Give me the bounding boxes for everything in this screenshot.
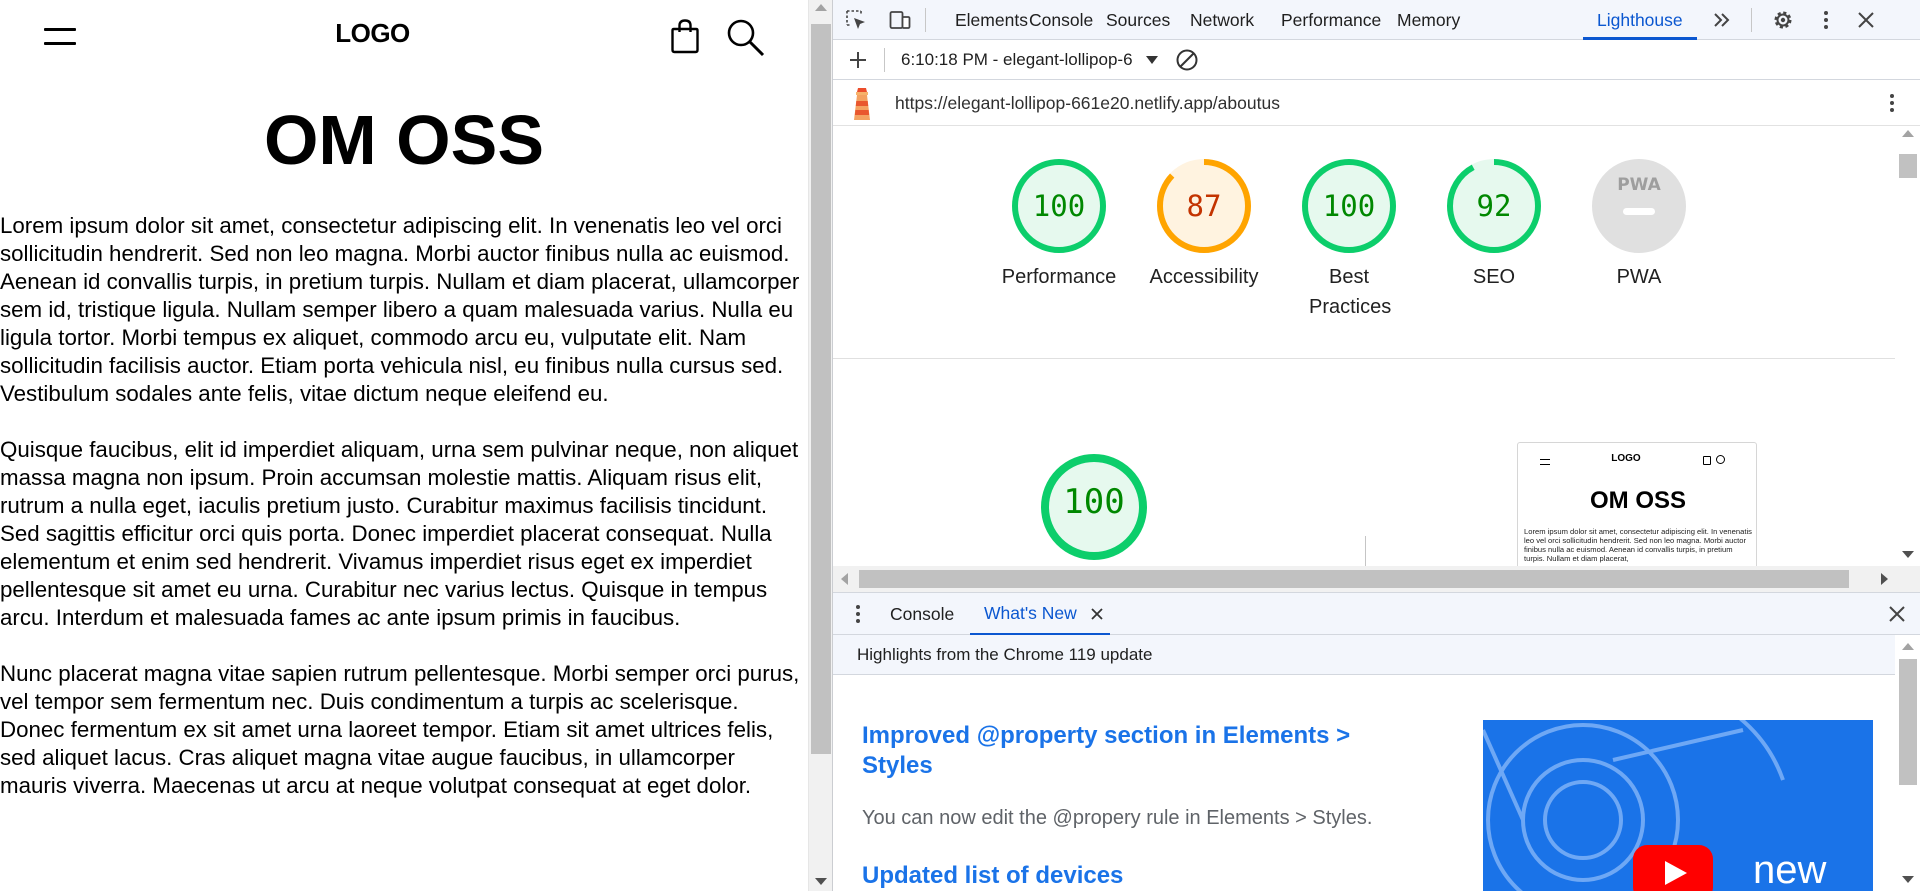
paragraph: Quisque faucibus, elit id imperdiet aliq… bbox=[0, 437, 799, 630]
close-devtools-icon[interactable] bbox=[1855, 9, 1877, 31]
gauge-label: Accessibility bbox=[1149, 266, 1259, 288]
thumbnail-search-icon bbox=[1716, 455, 1725, 464]
pwa-dash bbox=[1623, 208, 1655, 215]
gauge-ring: 100 bbox=[1012, 159, 1106, 253]
gauge-score-value: 87 bbox=[1187, 189, 1222, 223]
report-select[interactable]: 6:10:18 PM - elegant-lollipop-6 bbox=[901, 40, 1143, 80]
website-scrollbar[interactable] bbox=[808, 0, 832, 891]
lighthouse-report: 100 Performance 87 Accessibility 100 Best Pra… bbox=[833, 126, 1895, 566]
clear-reports-icon[interactable] bbox=[1175, 48, 1199, 72]
thumbnail-title: OM OSS bbox=[1589, 487, 1686, 514]
whats-new-scrollbar[interactable] bbox=[1895, 635, 1920, 891]
score-gauge-pwa[interactable]: PWA PWA bbox=[1579, 156, 1699, 292]
website-viewport: LOGO OM OSS Lorem ipsum dolor sit amet, … bbox=[0, 0, 808, 891]
tab-memory[interactable]: Memory bbox=[1397, 0, 1460, 40]
whats-new-item-body: You can now edit the @propery rule in El… bbox=[862, 807, 1373, 829]
gauge-ring: PWA bbox=[1592, 159, 1686, 253]
tab-elements[interactable]: Elements bbox=[955, 0, 1028, 40]
big-score-value: 100 bbox=[1063, 482, 1125, 522]
site-header: LOGO bbox=[0, 0, 808, 70]
scroll-down-arrow-icon[interactable] bbox=[815, 878, 827, 885]
video-caption: new bbox=[1753, 848, 1827, 891]
report-horizontal-scrollbar[interactable] bbox=[833, 566, 1920, 592]
lighthouse-url-bar: https://elegant-lollipop-661e20.netlify.… bbox=[833, 80, 1920, 126]
scrollbar-thumb[interactable] bbox=[811, 24, 831, 754]
gauge-ring: 92 bbox=[1447, 159, 1541, 253]
gauge-score-value: 100 bbox=[1323, 189, 1375, 223]
pwa-badge-text: PWA bbox=[1617, 175, 1661, 195]
performance-big-gauge[interactable]: 100 bbox=[1039, 452, 1149, 562]
tab-lighthouse[interactable]: Lighthouse bbox=[1583, 0, 1697, 40]
score-gauge-accessibility[interactable]: 87 Accessibility bbox=[1144, 156, 1264, 292]
device-toolbar-icon[interactable] bbox=[889, 9, 911, 31]
drawer-tab-console[interactable]: Console bbox=[890, 593, 954, 636]
gauge-label: Best Practices bbox=[1309, 266, 1392, 318]
drawer-tab-label: What's New bbox=[984, 603, 1077, 623]
tab-sources[interactable]: Sources bbox=[1106, 0, 1170, 40]
tab-network[interactable]: Network bbox=[1190, 0, 1254, 40]
close-tab-icon[interactable] bbox=[1090, 607, 1104, 621]
tab-performance[interactable]: Performance bbox=[1281, 0, 1381, 40]
devtools-tabbar: Elements Console Sources Network Perform… bbox=[833, 0, 1920, 40]
page-title: OM OSS bbox=[263, 101, 545, 179]
dropdown-arrow-icon[interactable] bbox=[1145, 53, 1159, 67]
page-screenshot-thumbnail[interactable]: LOGO OM OSS Lorem ipsum dolor sit amet, … bbox=[1517, 442, 1757, 566]
close-drawer-icon[interactable] bbox=[1887, 604, 1907, 624]
tab-console[interactable]: Console bbox=[1029, 0, 1093, 40]
score-gauge-performance[interactable]: 100 Performance bbox=[999, 156, 1119, 292]
shopping-bag-icon[interactable] bbox=[670, 18, 700, 54]
kebab-menu-icon[interactable] bbox=[1815, 9, 1837, 31]
gauge-label: Performance bbox=[1001, 266, 1117, 288]
report-scrollbar[interactable] bbox=[1895, 126, 1920, 566]
drawer-tabbar: Console What's New bbox=[833, 592, 1920, 636]
whats-new-item-title[interactable]: Improved @property section in Elements >… bbox=[862, 721, 1382, 781]
drawer-tab-whats-new[interactable]: What's New bbox=[970, 593, 1110, 636]
drawer-menu-icon[interactable] bbox=[847, 603, 869, 625]
more-tabs-chevron-icon[interactable] bbox=[1711, 9, 1733, 31]
whats-new-subtitle: Highlights from the Chrome 119 update bbox=[833, 635, 1920, 675]
thumbnail-logo: LOGO bbox=[1611, 453, 1641, 464]
gauge-label: SEO bbox=[1472, 266, 1516, 288]
lighthouse-logo-icon bbox=[854, 88, 870, 120]
gauge-score-value: 92 bbox=[1477, 189, 1512, 223]
page-body: Lorem ipsum dolor sit amet, consectetur … bbox=[0, 212, 808, 828]
devtools-panel: Elements Console Sources Network Perform… bbox=[832, 0, 1920, 891]
gauge-label: PWA bbox=[1616, 266, 1662, 288]
whats-new-video-thumbnail[interactable]: new bbox=[1483, 720, 1873, 891]
score-gauge-best-practices[interactable]: 100 Best Practices bbox=[1289, 156, 1409, 322]
gauge-score-value: 100 bbox=[1033, 189, 1085, 223]
search-icon[interactable] bbox=[726, 18, 766, 58]
whats-new-content: Improved @property section in Elements >… bbox=[833, 675, 1895, 891]
gauge-ring: 100 bbox=[1302, 159, 1396, 253]
gauge-ring: 87 bbox=[1157, 159, 1251, 253]
settings-gear-icon[interactable] bbox=[1772, 9, 1794, 31]
site-logo[interactable]: LOGO bbox=[300, 18, 445, 49]
audited-url[interactable]: https://elegant-lollipop-661e20.netlify.… bbox=[895, 80, 1280, 126]
report-menu-icon[interactable] bbox=[1881, 92, 1903, 114]
thumbnail-bag-icon bbox=[1703, 456, 1711, 465]
youtube-play-icon[interactable] bbox=[1633, 845, 1713, 891]
scroll-up-arrow-icon[interactable] bbox=[815, 4, 827, 11]
new-report-plus-icon[interactable] bbox=[847, 49, 869, 71]
score-gauge-seo[interactable]: 92 SEO bbox=[1434, 156, 1554, 292]
hamburger-menu-icon[interactable] bbox=[44, 28, 76, 46]
lighthouse-toolbar: 6:10:18 PM - elegant-lollipop-6 bbox=[833, 40, 1920, 80]
paragraph: Lorem ipsum dolor sit amet, consectetur … bbox=[0, 213, 800, 406]
paragraph: Nunc placerat magna vitae sapien rutrum … bbox=[0, 661, 800, 798]
inspect-element-icon[interactable] bbox=[845, 9, 867, 31]
whats-new-item-title[interactable]: Updated list of devices bbox=[862, 861, 1382, 891]
thumbnail-text: Lorem ipsum dolor sit amet, consectetur … bbox=[1524, 527, 1752, 563]
